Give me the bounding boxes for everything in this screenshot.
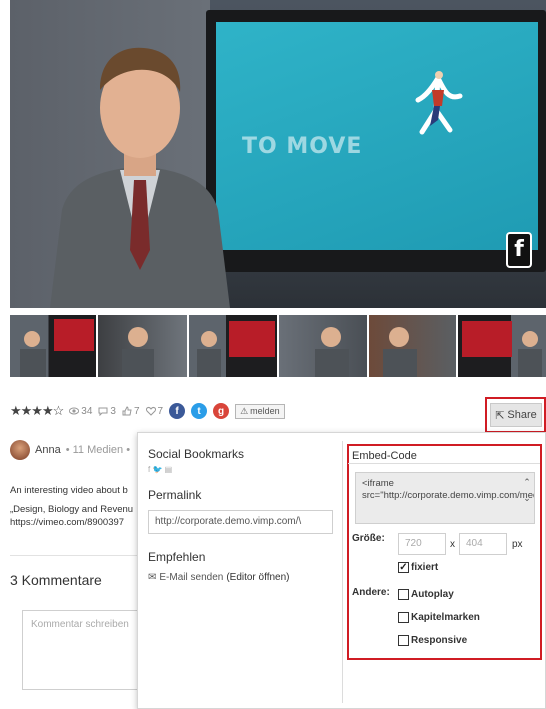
presenter-figure	[50, 47, 230, 308]
embed-code-textarea[interactable]: <iframe src="http://corporate.demo.vimp.…	[355, 472, 535, 524]
media-quote: „Design, Biology and Revenu https://vime…	[10, 503, 140, 529]
facebook-icon[interactable]: f	[169, 403, 186, 419]
comments-count: 3	[98, 406, 116, 417]
size-separator: x	[450, 539, 455, 550]
popup-divider	[342, 441, 343, 703]
email-share-line: ✉ E-Mail senden (Editor öffnen)	[148, 572, 333, 583]
chapters-checkbox-row[interactable]: Kapitelmarken	[398, 612, 480, 623]
embed-heading: Embed-Code	[352, 450, 417, 462]
comments-value: 3	[110, 405, 116, 417]
email-send-link[interactable]: E-Mail senden	[159, 572, 223, 583]
thumbnail[interactable]	[369, 315, 456, 377]
textarea-scrollbar[interactable]: ⌃ ⌄	[522, 474, 532, 522]
warning-icon: ⚠	[240, 405, 249, 416]
eye-icon	[69, 407, 80, 415]
mail-icon: ✉	[148, 572, 157, 583]
autoplay-label: Autoplay	[411, 589, 454, 600]
author-media-count[interactable]: • 11 Medien •	[66, 444, 130, 456]
share-icon: ⇱	[495, 409, 505, 422]
chevron-up-icon[interactable]: ⌃	[522, 474, 532, 490]
report-label: melden	[250, 406, 280, 416]
author-name[interactable]: Anna	[35, 444, 61, 456]
comment-input[interactable]: Kommentar schreiben	[22, 610, 142, 690]
google-plus-icon[interactable]: g	[213, 403, 230, 419]
thumbnail[interactable]	[10, 315, 97, 377]
chapters-checkbox[interactable]	[398, 612, 409, 623]
quote-line: „Design, Biology and Revenu	[10, 504, 134, 515]
likes-count[interactable]: 7	[122, 406, 140, 417]
media-stats-row: ★★★★☆ 34 3 7 7 f t g ⚠ melden	[10, 402, 285, 420]
rating-stars[interactable]: ★★★★☆	[10, 403, 64, 419]
views-count: 34	[69, 406, 92, 417]
media-description: An interesting video about b	[10, 485, 128, 496]
other-label: Andere:	[352, 587, 390, 598]
thumbnail[interactable]	[98, 315, 187, 377]
favorites-count[interactable]: 7	[145, 405, 164, 417]
share-label: Share	[507, 409, 537, 421]
autoplay-checkbox[interactable]	[398, 589, 409, 600]
chapters-label: Kapitelmarken	[411, 612, 480, 623]
open-editor-link[interactable]: (Editor öffnen)	[226, 572, 289, 583]
avatar[interactable]	[10, 440, 30, 460]
video-player[interactable]: TO MOVE f	[10, 0, 546, 308]
responsive-label: Responsive	[411, 635, 468, 646]
thumbs-up-icon	[122, 406, 132, 416]
size-label: Größe:	[352, 533, 385, 544]
responsive-checkbox[interactable]	[398, 635, 409, 646]
recommend-heading: Empfehlen	[148, 550, 206, 564]
author-line: Anna • 11 Medien •	[10, 440, 130, 460]
share-options: Social Bookmarks f 🐦 ▤ Permalink http://…	[148, 447, 333, 583]
social-bookmarks-heading: Social Bookmarks	[148, 447, 245, 461]
thumbnail[interactable]	[188, 315, 278, 377]
twitter-icon[interactable]: t	[191, 403, 208, 419]
favorites-value: 7	[157, 405, 164, 417]
thumbnail[interactable]	[279, 315, 368, 377]
fixed-checkbox-row[interactable]: ✓ fixiert	[398, 562, 438, 573]
facebook-badge-icon[interactable]: f	[506, 232, 532, 268]
responsive-checkbox-row[interactable]: Responsive	[398, 635, 467, 646]
comments-heading: 3 Kommentare	[10, 572, 102, 588]
share-highlight: ⇱ Share	[485, 397, 546, 433]
share-button[interactable]: ⇱ Share	[490, 403, 542, 427]
thumbnail-strip[interactable]	[10, 315, 546, 377]
views-value: 34	[81, 405, 93, 417]
embed-divider	[348, 463, 540, 464]
comment-icon	[98, 407, 108, 416]
tv-screen-text: TO MOVE	[242, 134, 363, 159]
divider	[10, 555, 140, 556]
width-input[interactable]: 720	[398, 533, 446, 555]
fixed-label: fixiert	[411, 562, 439, 573]
size-unit: px	[512, 539, 523, 550]
source-link[interactable]: https://vimeo.com/8900397	[10, 516, 140, 529]
report-button[interactable]: ⚠ melden	[235, 403, 285, 419]
chevron-down-icon[interactable]: ⌄	[522, 490, 532, 506]
permalink-field[interactable]: http://corporate.demo.vimp.com/\	[148, 510, 333, 534]
fixed-checkbox[interactable]: ✓	[398, 562, 409, 573]
thumbnail[interactable]	[457, 315, 546, 377]
heart-icon	[145, 407, 156, 416]
permalink-heading: Permalink	[148, 488, 202, 502]
social-bookmark-icons[interactable]: f 🐦 ▤	[148, 465, 333, 474]
autoplay-checkbox-row[interactable]: Autoplay	[398, 589, 454, 600]
dancer-figure	[415, 71, 463, 135]
height-input[interactable]: 404	[459, 533, 507, 555]
likes-value: 7	[133, 405, 140, 417]
